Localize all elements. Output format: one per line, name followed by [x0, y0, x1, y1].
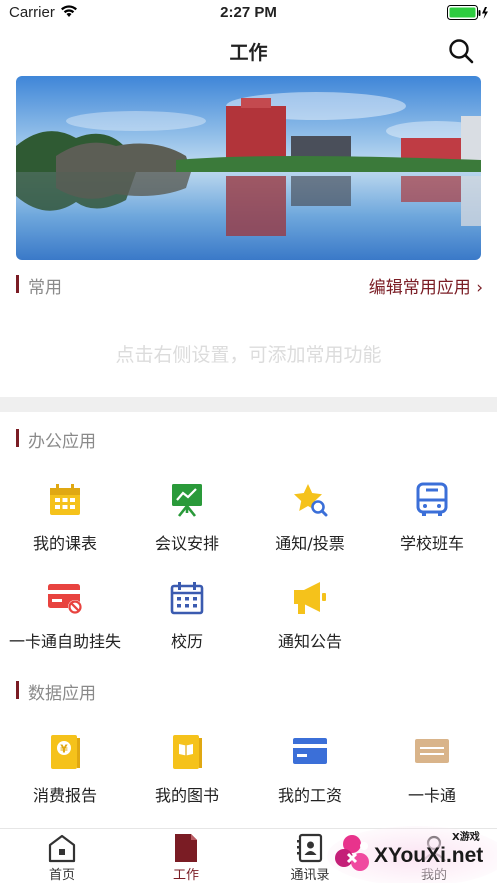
watermark-text: XYouXi.net — [374, 844, 484, 867]
presentation-board-icon — [169, 482, 205, 518]
card-block-icon — [47, 580, 83, 616]
app-my-salary[interactable]: 我的工资 — [248, 734, 372, 814]
tab-label: 工作 — [172, 868, 199, 883]
section-accent-bar — [16, 429, 19, 447]
book-icon — [169, 734, 205, 770]
app-meeting-schedule[interactable]: 会议安排 — [125, 482, 249, 562]
nav-bar: 工作 — [0, 26, 497, 74]
office-section-header: 办公应用 — [0, 426, 497, 452]
app-label: 我的图书 — [154, 786, 219, 805]
yuan-report-icon: ¥ — [47, 734, 83, 770]
app-label: 一卡通自助挂失 — [8, 632, 121, 651]
app-card-self-report-loss[interactable]: 一卡通自助挂失 — [3, 580, 127, 660]
app-label: 一卡通 — [407, 786, 456, 805]
watermark-logo: X游戏 XYouXi.net — [322, 824, 497, 883]
common-empty-hint: 点击右侧设置，可添加常用功能 — [115, 344, 382, 366]
common-section-header: 常用 编辑常用应用 › — [0, 272, 497, 298]
tab-label: 首页 — [48, 868, 75, 883]
tab-work[interactable]: 工作 — [124, 829, 248, 883]
app-notice-announcement[interactable]: 通知公告 — [248, 580, 372, 660]
watermark-small-text: X游戏 — [452, 832, 480, 843]
campus-banner-image[interactable] — [16, 76, 481, 260]
app-label: 我的工资 — [277, 786, 342, 805]
search-icon[interactable] — [447, 37, 475, 65]
page-title: 工作 — [229, 42, 268, 64]
contacts-icon — [295, 833, 325, 863]
app-label: 消费报告 — [32, 786, 97, 805]
app-label: 会议安排 — [154, 534, 219, 553]
app-my-schedule[interactable]: 我的课表 — [3, 482, 127, 562]
app-school-calendar[interactable]: 校历 — [125, 580, 249, 660]
edit-common-apps-link[interactable]: 编辑常用应用 › — [369, 273, 483, 298]
app-consumption-report[interactable]: ¥ 消费报告 — [3, 734, 127, 814]
home-icon — [47, 833, 77, 863]
megaphone-icon — [292, 580, 328, 616]
data-section-title: 数据应用 — [28, 684, 96, 704]
section-accent-bar — [16, 681, 19, 699]
app-label: 我的课表 — [32, 534, 97, 553]
app-my-books[interactable]: 我的图书 — [125, 734, 249, 814]
salary-card-icon — [292, 734, 328, 770]
app-school-bus[interactable]: 学校班车 — [370, 482, 494, 562]
section-divider — [0, 397, 497, 412]
bus-icon — [414, 482, 450, 518]
office-section-title: 办公应用 — [28, 432, 96, 452]
app-label: 学校班车 — [399, 534, 464, 553]
app-notice-vote[interactable]: 通知/投票 — [248, 482, 372, 562]
star-search-icon — [292, 482, 328, 518]
calendar-icon — [47, 482, 83, 518]
app-label: 校历 — [170, 632, 203, 651]
svg-text:¥: ¥ — [60, 743, 68, 756]
section-accent-bar — [16, 275, 19, 293]
data-section-header: 数据应用 — [0, 678, 497, 704]
common-section-title: 常用 — [28, 278, 62, 298]
school-calendar-icon — [169, 580, 205, 616]
document-icon — [171, 833, 201, 863]
app-campus-card[interactable]: 一卡通 — [370, 734, 494, 814]
battery-icon — [447, 5, 489, 25]
app-label: 通知公告 — [277, 632, 342, 651]
app-label: 通知/投票 — [275, 534, 345, 553]
clock: 2:27 PM — [220, 4, 277, 21]
campus-card-icon — [414, 734, 450, 770]
tab-home[interactable]: 首页 — [0, 829, 124, 883]
status-bar: Carrier 2:27 PM — [0, 0, 497, 26]
